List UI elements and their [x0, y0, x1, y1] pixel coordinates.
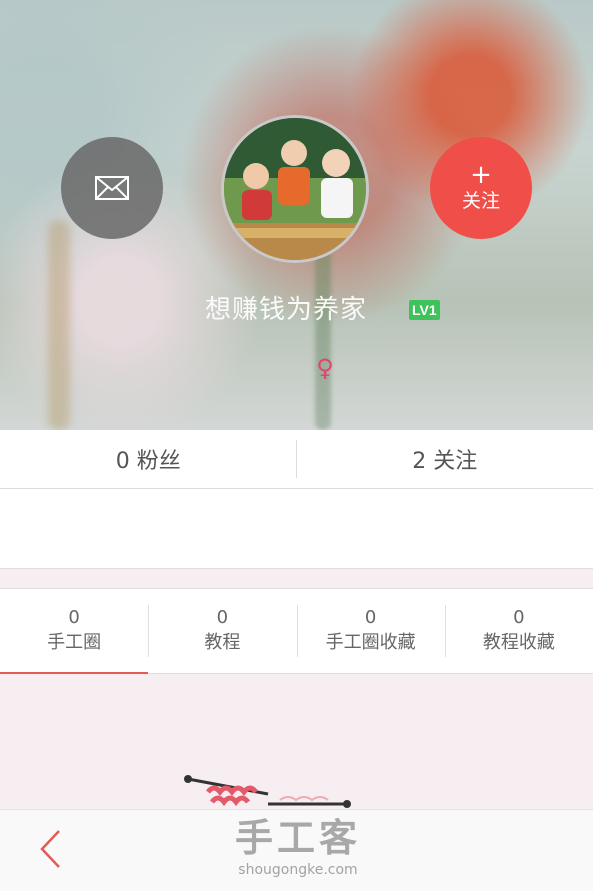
tab-count: 0 — [513, 606, 524, 630]
tab-shougongquan[interactable]: 0 手工圈 — [0, 589, 148, 673]
level-badge: LV1 — [409, 300, 440, 320]
tab-tutorial-favorites[interactable]: 0 教程收藏 — [445, 589, 593, 673]
tab-count: 0 — [68, 606, 79, 630]
tab-label: 教程 — [204, 630, 240, 656]
mail-icon — [95, 176, 129, 200]
tab-count: 0 — [217, 606, 228, 630]
username: 想赚钱为养家 — [205, 292, 367, 328]
tab-tutorials[interactable]: 0 教程 — [148, 589, 296, 673]
following-count[interactable]: 2 关注 — [297, 430, 593, 488]
tab-count: 0 — [365, 606, 376, 630]
watermark-url: shougongke.com — [228, 860, 368, 880]
profile-info-area — [0, 489, 593, 569]
tab-label: 手工圈 — [47, 630, 101, 656]
follow-button[interactable]: + 关注 — [430, 137, 532, 239]
avatar-photo — [224, 118, 366, 260]
avatar[interactable] — [221, 115, 369, 263]
tab-label: 教程收藏 — [483, 630, 555, 656]
back-button[interactable] — [30, 826, 70, 872]
female-icon: ♀ — [313, 354, 337, 382]
tab-shougongquan-favorites[interactable]: 0 手工圈收藏 — [297, 589, 445, 673]
tab-label: 手工圈收藏 — [326, 630, 416, 656]
knitting-illustration — [0, 674, 593, 809]
stats-divider — [296, 440, 297, 478]
follow-label: 关注 — [462, 189, 500, 213]
background-decoration — [48, 220, 70, 430]
watermark-logo: 手工客 — [228, 815, 368, 861]
fans-count[interactable]: 0 粉丝 — [0, 430, 297, 488]
tab-content-area — [0, 674, 593, 809]
background-decoration — [315, 250, 331, 430]
message-button[interactable] — [61, 137, 163, 239]
back-chevron-icon — [39, 829, 61, 869]
plus-icon: + — [470, 163, 492, 187]
content-tabs: 0 手工圈 0 教程 0 手工圈收藏 0 教程收藏 — [0, 588, 593, 674]
